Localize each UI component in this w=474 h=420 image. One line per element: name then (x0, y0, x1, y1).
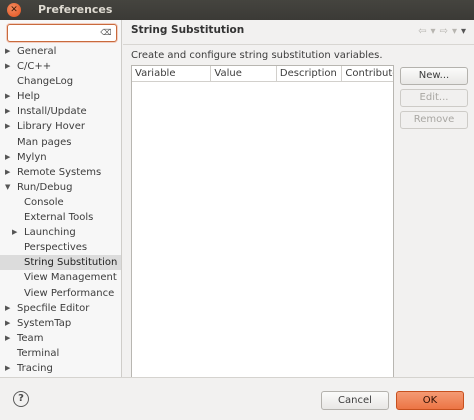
collapsed-arrow-icon[interactable]: ▶ (12, 225, 20, 240)
tree-item-label: Team (17, 332, 44, 344)
tree-item-label: Console (24, 196, 64, 208)
tree-item-label: General (17, 46, 57, 57)
tree-item-label: String Substitution (24, 257, 118, 269)
tree-item-label: Install/Update (17, 106, 87, 118)
collapsed-arrow-icon[interactable]: ▶ (5, 104, 13, 119)
tree-item[interactable]: ▶ Tracing (0, 361, 121, 376)
title-bar: ✕ Preferences (0, 0, 474, 20)
tree-item-label: Terminal (17, 347, 60, 359)
tree-item[interactable]: ▼ Run/Debug (0, 180, 121, 195)
tree-item[interactable]: Console (0, 195, 121, 210)
forward-arrow-icon[interactable]: ⇨ (440, 26, 448, 37)
close-icon[interactable]: ✕ (7, 3, 21, 17)
view-menu-icon[interactable]: ▾ (461, 26, 466, 37)
tree-item-label: Tracing (17, 362, 53, 374)
dialog-footer: ? Cancel OK (0, 377, 474, 420)
column-header-value[interactable]: Value (211, 66, 277, 82)
variables-table[interactable]: Variable Value Description Contribute (131, 65, 394, 397)
tree-item-label: Mylyn (17, 151, 47, 163)
tree-item[interactable]: ▶ C/C++ (0, 59, 121, 74)
collapsed-arrow-icon[interactable]: ▶ (5, 89, 13, 104)
tree-item-label: C/C++ (17, 61, 52, 73)
tree-item[interactable]: View Performance (0, 286, 121, 301)
ok-button[interactable]: OK (396, 391, 464, 410)
tree-item[interactable]: ▶ Specfile Editor (0, 301, 121, 316)
cancel-button[interactable]: Cancel (321, 391, 389, 410)
tree-item[interactable]: ▶ General (0, 44, 121, 59)
tree-item[interactable]: ▶ Remote Systems (0, 165, 121, 180)
collapsed-arrow-icon[interactable]: ▶ (5, 44, 13, 59)
collapsed-arrow-icon[interactable]: ▶ (5, 119, 13, 134)
tree-item-label: View Management (24, 272, 117, 284)
window-title: Preferences (38, 3, 113, 16)
tree-item-label: View Performance (24, 287, 115, 299)
tree-item[interactable]: String Substitution (0, 255, 121, 271)
expanded-arrow-icon[interactable]: ▼ (5, 180, 13, 195)
filter-field[interactable]: ⌫ (7, 24, 117, 42)
help-icon[interactable]: ? (13, 391, 29, 407)
tree-item[interactable]: Man pages (0, 135, 121, 150)
tree-item[interactable]: Perspectives (0, 240, 121, 255)
collapsed-arrow-icon[interactable]: ▶ (5, 59, 13, 74)
tree-item-label: Launching (24, 227, 76, 239)
collapsed-arrow-icon[interactable]: ▶ (5, 316, 13, 331)
column-header-contributed[interactable]: Contribute (342, 66, 393, 82)
page-navigation: ⇦ ▾ ⇨ ▾ ▾ (418, 26, 466, 37)
back-menu-icon[interactable]: ▾ (431, 26, 436, 37)
tree-item-label: Remote Systems (17, 166, 102, 178)
edit-button[interactable]: Edit... (400, 89, 468, 107)
collapsed-arrow-icon[interactable]: ▶ (5, 301, 13, 316)
tree-item-label: Specfile Editor (17, 302, 90, 314)
tree-item[interactable]: ▶ Help (0, 89, 121, 104)
tree-item[interactable]: ChangeLog (0, 74, 121, 89)
new-button[interactable]: New... (400, 67, 468, 85)
forward-menu-icon[interactable]: ▾ (452, 26, 457, 37)
collapsed-arrow-icon[interactable]: ▶ (5, 331, 13, 346)
remove-button[interactable]: Remove (400, 111, 468, 129)
tree-item-label: Help (17, 91, 40, 103)
tree-item-label: Perspectives (24, 242, 88, 254)
collapsed-arrow-icon[interactable]: ▶ (5, 165, 13, 180)
clear-filter-icon[interactable]: ⌫ (99, 27, 113, 39)
tree-item[interactable]: ▶ Launching (0, 225, 121, 240)
table-actions: New... Edit... Remove (400, 67, 468, 133)
tree-item-label: Man pages (17, 136, 72, 148)
preference-sidebar: ⌫ ▶ General ▶ C/C++ ChangeLog ▶ Help ▶ Install/U… (0, 20, 122, 377)
tree-item[interactable]: External Tools (0, 210, 121, 225)
back-arrow-icon[interactable]: ⇦ (418, 26, 426, 37)
tree-item[interactable]: ▶ Mylyn (0, 150, 121, 165)
tree-item[interactable]: View Management (0, 270, 121, 285)
page-description: Create and configure string substitution… (131, 50, 383, 61)
tree-item-label: Run/Debug (17, 181, 73, 193)
filter-input[interactable] (11, 25, 103, 41)
tree-item-label: ChangeLog (17, 76, 74, 88)
preference-page: String Substitution ⇦ ▾ ⇨ ▾ ▾ Create and… (123, 20, 474, 397)
page-title: String Substitution (131, 24, 245, 36)
collapsed-arrow-icon[interactable]: ▶ (5, 150, 13, 165)
title-separator (123, 44, 474, 45)
tree-item-label: SystemTap (17, 317, 72, 329)
preference-tree: ▶ General ▶ C/C++ ChangeLog ▶ Help ▶ Install/Upd… (0, 44, 121, 376)
tree-item[interactable]: ▶ Library Hover (0, 119, 121, 134)
tree-item[interactable]: ▶ Install/Update (0, 104, 121, 119)
collapsed-arrow-icon[interactable]: ▶ (5, 361, 13, 376)
tree-item[interactable]: ▶ SystemTap (0, 316, 121, 331)
tree-item[interactable]: Terminal (0, 346, 121, 361)
preferences-window: ✕ Preferences ⌫ ▶ General ▶ C/C++ ChangeLog ▶… (0, 0, 474, 420)
tree-item-label: External Tools (24, 212, 94, 224)
table-header: Variable Value Description Contribute (132, 66, 393, 82)
column-header-variable[interactable]: Variable (132, 66, 212, 82)
tree-item-label: Library Hover (17, 121, 85, 133)
column-header-description[interactable]: Description (277, 66, 343, 82)
tree-item[interactable]: ▶ Team (0, 331, 121, 346)
